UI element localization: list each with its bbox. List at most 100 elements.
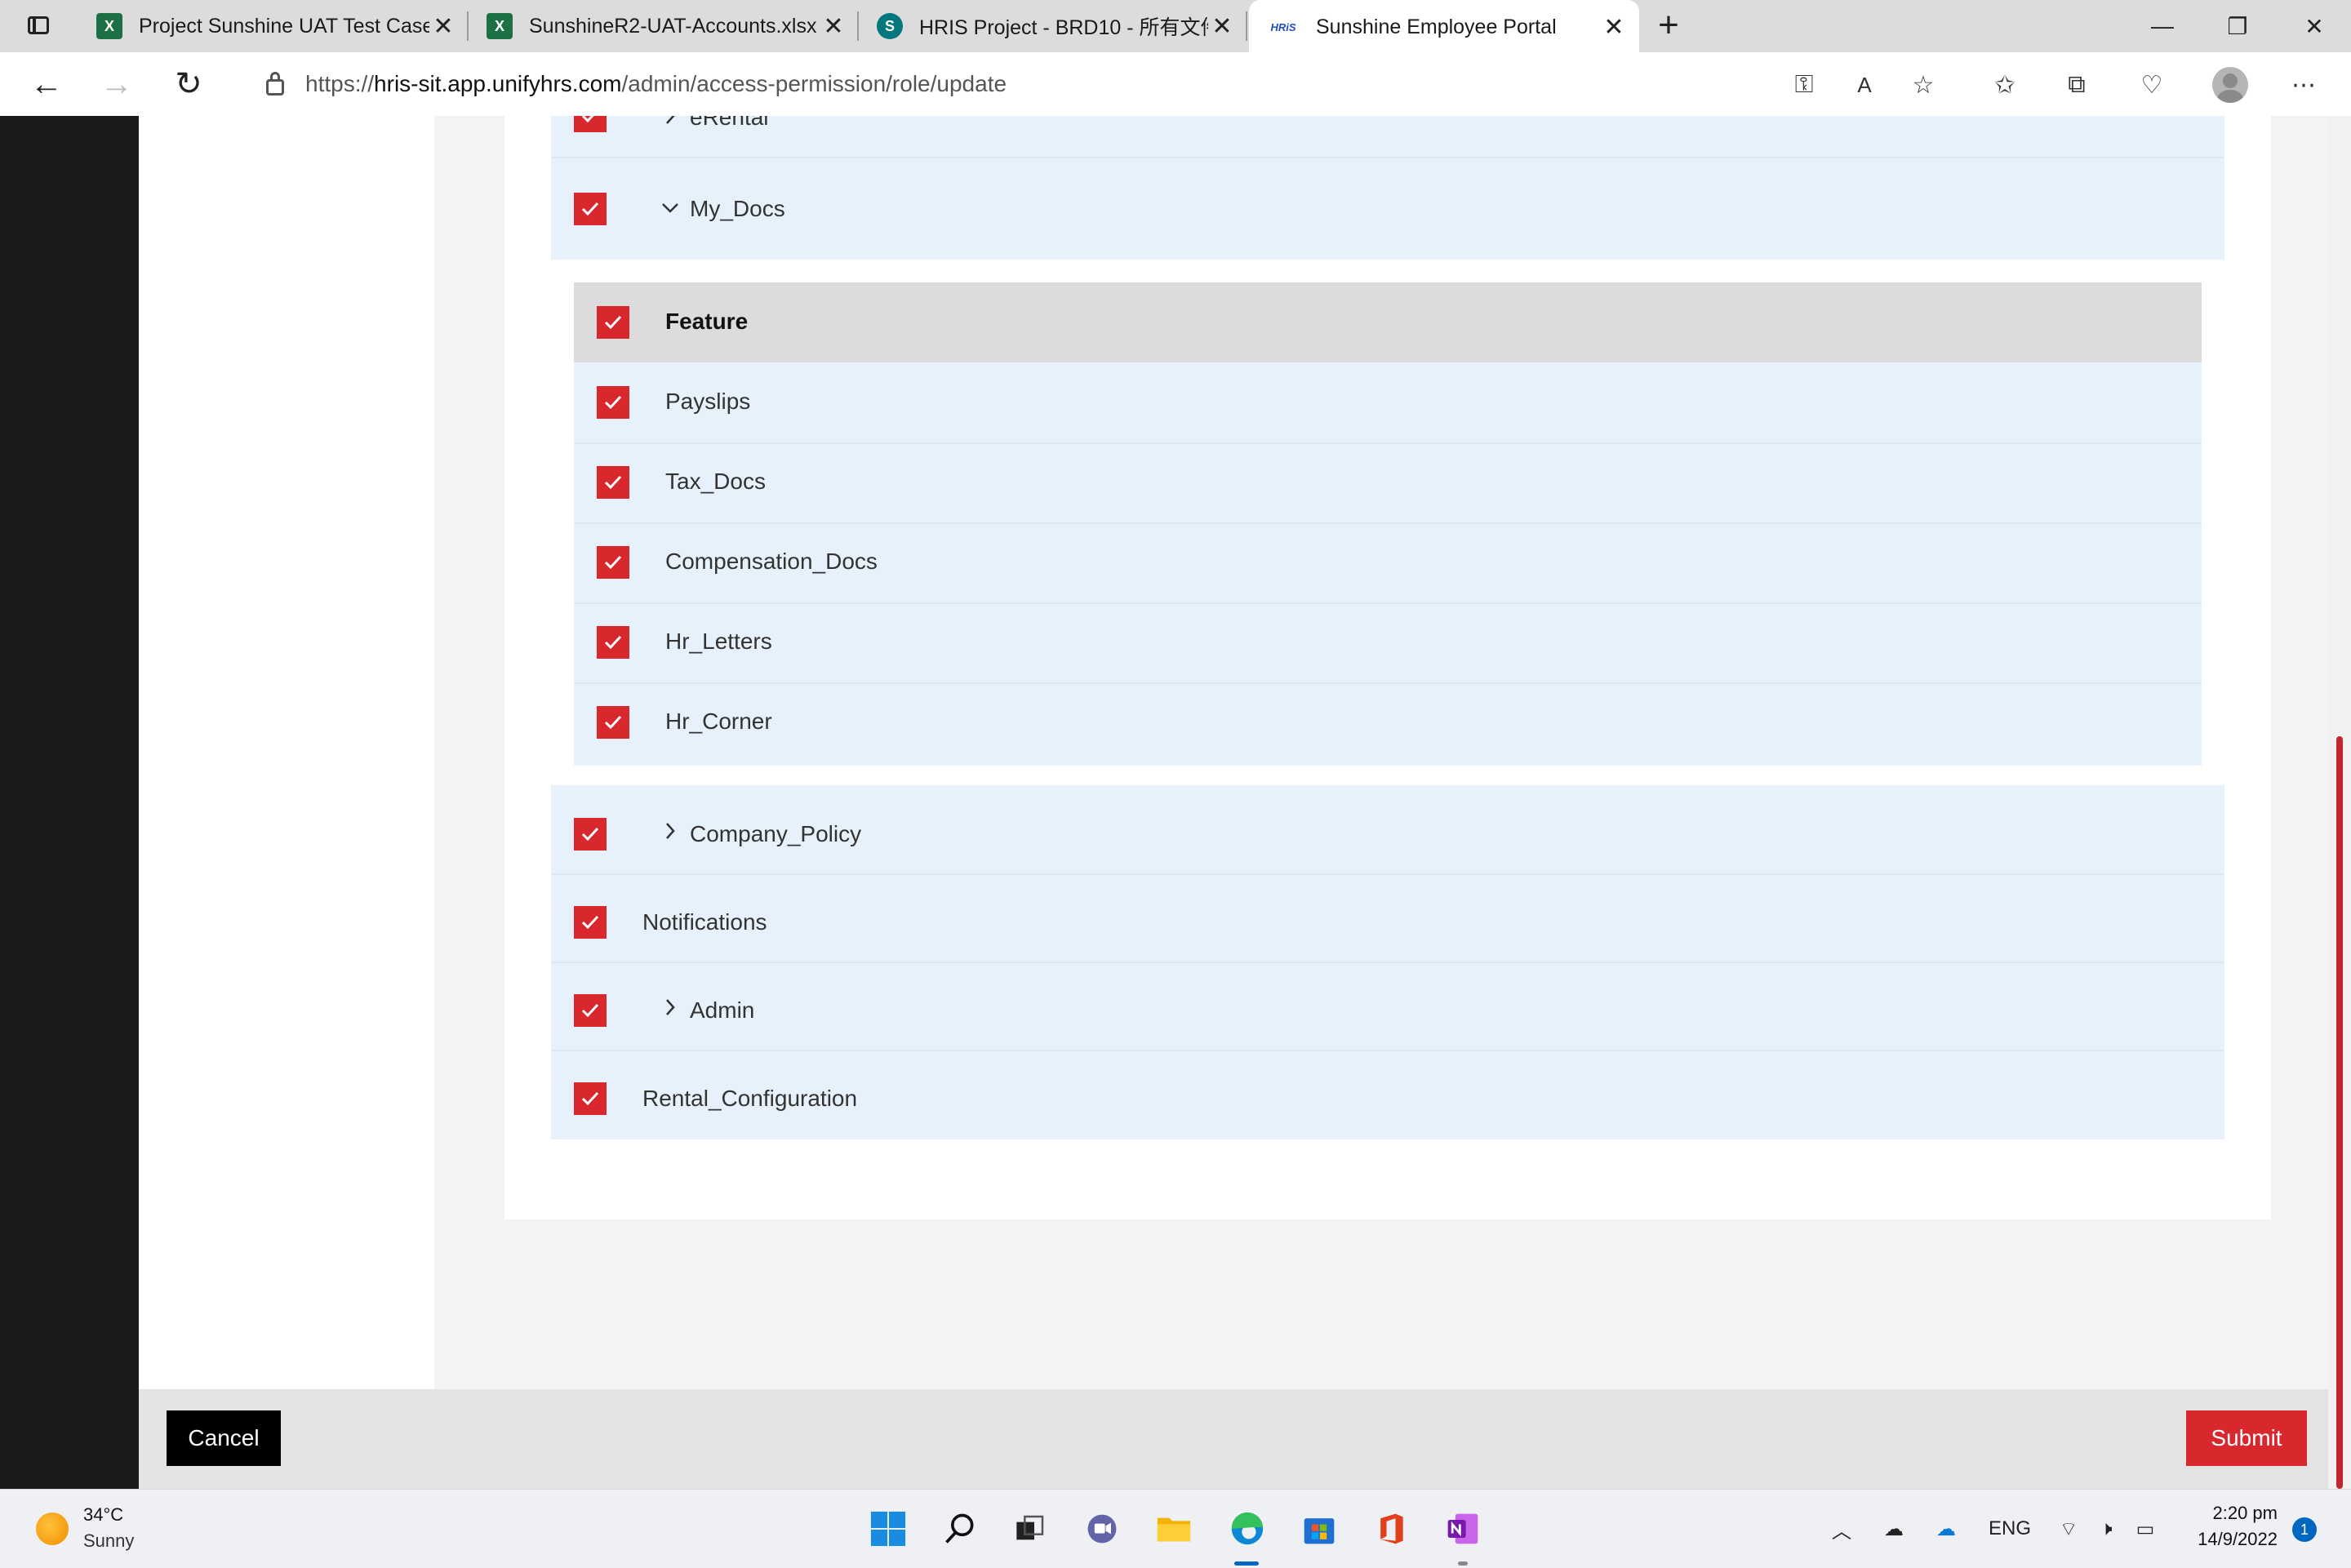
- scrollbar-thumb[interactable]: [2336, 736, 2343, 1489]
- close-window-icon[interactable]: ✕: [2278, 0, 2351, 52]
- show-hidden-icons-icon[interactable]: ︿: [1825, 1509, 1858, 1548]
- restore-icon[interactable]: ❐: [2201, 0, 2274, 52]
- module-row-notifications: Notifications: [551, 873, 2224, 963]
- submit-button[interactable]: Submit: [2186, 1410, 2307, 1466]
- feature-label: Tax_Docs: [665, 469, 766, 494]
- module-label: Admin: [690, 997, 755, 1023]
- weather-condition[interactable]: Sunny: [83, 1530, 134, 1552]
- module-label: eRental: [690, 116, 769, 130]
- module-checkbox[interactable]: [574, 1082, 607, 1115]
- minimize-icon[interactable]: —: [2126, 0, 2199, 52]
- tab-title: HRIS Project - BRD10 - 所有文件: [919, 16, 1208, 39]
- tab-sunshine-portal[interactable]: HRiS Sunshine Employee Portal ✕: [1249, 0, 1639, 54]
- onedrive-personal-icon[interactable]: ☁: [1878, 1509, 1910, 1548]
- close-tab-icon[interactable]: ✕: [1208, 12, 1236, 41]
- chevron-right-icon[interactable]: [659, 820, 682, 842]
- tab-title: SunshineR2-UAT-Accounts.xlsx: [529, 14, 817, 38]
- windows-taskbar: 34°C Sunny ︿ ☁ ☁ ENG ⌔ 🕨 ▭ 2:20 pm 14/9/…: [0, 1489, 2351, 1568]
- feature-checkbox[interactable]: [597, 466, 629, 499]
- lock-icon[interactable]: [266, 72, 284, 96]
- volume-muted-icon[interactable]: 🕨: [2091, 1509, 2121, 1548]
- weather-temperature[interactable]: 34°C: [83, 1504, 123, 1526]
- module-label: My_Docs: [690, 196, 785, 221]
- edge-browser-icon[interactable]: [1226, 1508, 1269, 1550]
- language-indicator[interactable]: ENG: [1984, 1509, 2036, 1548]
- tab-uat-test-cases[interactable]: X Project Sunshine UAT Test Cases ✕: [78, 0, 469, 52]
- feature-checkbox[interactable]: [597, 626, 629, 659]
- favorites-icon[interactable]: ✩: [1989, 70, 2021, 100]
- running-app-indicator: [1458, 1561, 1468, 1566]
- module-list-bottom: Company_Policy Notifications Admin Renta…: [551, 785, 2224, 1139]
- refresh-icon[interactable]: ↻: [168, 64, 209, 104]
- chevron-right-icon[interactable]: [659, 996, 682, 1019]
- module-row-rental-configuration: Rental_Configuration: [551, 1050, 2224, 1139]
- more-menu-icon[interactable]: ⋯: [2287, 70, 2320, 100]
- module-checkbox[interactable]: [574, 116, 607, 132]
- search-icon[interactable]: [939, 1508, 981, 1550]
- module-checkbox[interactable]: [574, 193, 607, 225]
- tab-hris-brd10[interactable]: S HRIS Project - BRD10 - 所有文件 ✕: [859, 0, 1247, 52]
- tab-actions-icon[interactable]: [24, 13, 54, 39]
- module-row-erental: eRental: [551, 116, 2224, 158]
- add-favorite-icon[interactable]: ☆: [1907, 70, 1940, 100]
- file-explorer-icon[interactable]: [1153, 1508, 1195, 1550]
- browser-essentials-icon[interactable]: ♡: [2135, 70, 2168, 100]
- close-tab-icon[interactable]: ✕: [1600, 13, 1628, 42]
- profile-avatar[interactable]: [2212, 67, 2248, 103]
- feature-label: Hr_Corner: [665, 708, 772, 734]
- address-bar[interactable]: https://hris-sit.app.unifyhrs.com/admin/…: [237, 60, 1837, 109]
- new-tab-icon[interactable]: +: [1651, 5, 1687, 46]
- read-aloud-icon[interactable]: A: [1848, 70, 1881, 100]
- cancel-button[interactable]: Cancel: [167, 1410, 281, 1466]
- key-icon[interactable]: ⚿: [1788, 70, 1820, 100]
- close-tab-icon[interactable]: ✕: [820, 12, 847, 41]
- sun-icon[interactable]: [36, 1512, 69, 1545]
- feature-row: Hr_Letters: [574, 602, 2202, 684]
- clock-time[interactable]: 2:20 pm: [2196, 1503, 2278, 1524]
- chevron-right-icon[interactable]: [659, 116, 682, 127]
- feature-checkbox[interactable]: [597, 706, 629, 739]
- onenote-icon[interactable]: [1442, 1508, 1484, 1550]
- tab-uat-accounts[interactable]: X SunshineR2-UAT-Accounts.xlsx ✕: [469, 0, 859, 52]
- active-app-indicator: [1234, 1561, 1259, 1566]
- onedrive-business-icon[interactable]: ☁: [1930, 1509, 1962, 1548]
- module-label: Company_Policy: [690, 821, 862, 846]
- module-row-admin: Admin: [551, 962, 2224, 1051]
- module-list-top: eRental My_Docs: [551, 116, 2224, 260]
- forward-icon[interactable]: →: [96, 64, 137, 104]
- feature-checkbox[interactable]: [597, 386, 629, 419]
- url-text[interactable]: https://hris-sit.app.unifyhrs.com/admin/…: [305, 71, 1007, 97]
- task-view-icon[interactable]: [1009, 1508, 1051, 1550]
- teams-chat-icon[interactable]: [1081, 1508, 1123, 1550]
- feature-label: Compensation_Docs: [665, 549, 878, 574]
- excel-icon: X: [487, 13, 513, 39]
- form-action-bar: Cancel Submit: [139, 1389, 2328, 1489]
- feature-row: Hr_Corner: [574, 682, 2202, 762]
- battery-icon[interactable]: ▭: [2131, 1509, 2160, 1548]
- module-checkbox[interactable]: [574, 906, 607, 939]
- module-checkbox[interactable]: [574, 994, 607, 1027]
- module-checkbox[interactable]: [574, 818, 607, 851]
- office-icon[interactable]: [1370, 1508, 1412, 1550]
- microsoft-store-icon[interactable]: [1298, 1508, 1340, 1550]
- feature-row: Tax_Docs: [574, 442, 2202, 524]
- tab-title: Sunshine Employee Portal: [1316, 15, 1557, 38]
- wifi-icon[interactable]: ⌔: [2054, 1509, 2083, 1548]
- notification-badge[interactable]: 1: [2292, 1517, 2317, 1542]
- permission-card: eRental My_Docs Feature Payslips Tax_Doc…: [504, 116, 2271, 1219]
- sharepoint-icon: S: [877, 13, 903, 39]
- close-tab-icon[interactable]: ✕: [429, 12, 457, 41]
- feature-label: Hr_Letters: [665, 629, 772, 654]
- module-row-my-docs: My_Docs: [551, 157, 2224, 260]
- module-row-company-policy: Company_Policy: [551, 785, 2224, 875]
- feature-select-all-checkbox[interactable]: [597, 306, 629, 339]
- feature-row: Payslips: [574, 362, 2202, 444]
- feature-label: Payslips: [665, 389, 751, 414]
- tab-title: Project Sunshine UAT Test Cases: [139, 14, 429, 38]
- feature-checkbox[interactable]: [597, 546, 629, 579]
- chevron-down-icon[interactable]: [659, 196, 682, 219]
- back-icon[interactable]: ←: [26, 64, 67, 104]
- collections-icon[interactable]: ⧉: [2060, 70, 2093, 100]
- clock-date[interactable]: 14/9/2022: [2184, 1529, 2278, 1550]
- windows-start-icon[interactable]: [867, 1508, 909, 1550]
